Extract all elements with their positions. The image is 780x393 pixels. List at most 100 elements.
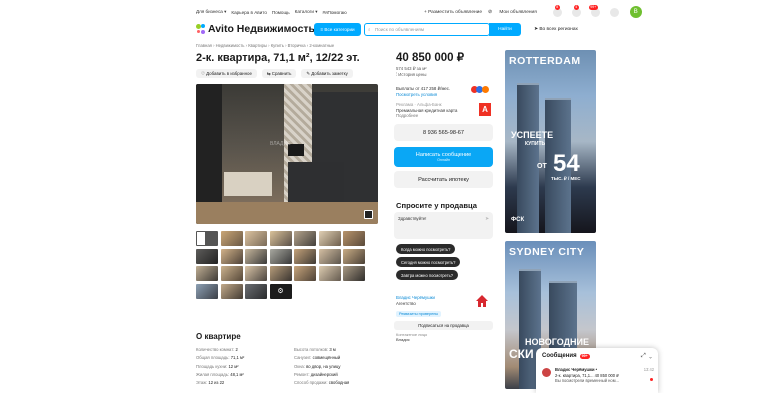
installment-link[interactable]: Посмотреть условия [396, 92, 450, 98]
listing-actions: ♡ Добавить в избранное ⇆ Сравнить ✎ Доба… [196, 69, 358, 78]
all-categories-button[interactable]: ≡ Все категории [314, 23, 361, 36]
specs-list: Количество комнат: 2 Высота потолков: 3 … [196, 346, 396, 387]
thumbnail[interactable] [269, 248, 292, 264]
thumbnail[interactable] [196, 231, 218, 246]
notifications-badge: 4 [573, 4, 579, 10]
spec-item: Окна: во двор, на улицу [294, 363, 394, 371]
add-note-button[interactable]: ✎ Добавить заметку [301, 69, 353, 78]
contact-block: Контактное лицо Владис [396, 332, 427, 342]
top-link-help-tag[interactable]: #яПомогаю [323, 10, 347, 15]
add-favorite-button[interactable]: ♡ Добавить в избранное [196, 69, 257, 78]
favorites-icon[interactable]: 8 [552, 4, 562, 17]
main-photo[interactable]: ВЛАДИС [196, 84, 378, 224]
page-title: 2-к. квартира, 71,1 м², 12/22 эт. [196, 52, 360, 64]
thumbnail[interactable] [318, 266, 341, 281]
spec-key: Этаж: [196, 380, 208, 386]
top-link-catalogs[interactable]: Каталоги ▾ [295, 9, 318, 15]
quick-question-chip[interactable]: Завтра можно посмотреть? [396, 270, 458, 280]
price-block: 574 543 ₽ за м² ⫶ История цены [396, 66, 427, 78]
thumbnail[interactable] [343, 248, 365, 264]
spec-item: Площадь кухни: 12 м² [196, 363, 294, 371]
quick-question-chip[interactable]: Сегодня можно посмотреть? [396, 257, 461, 267]
thumbnail[interactable] [245, 248, 267, 264]
message-avatar [542, 368, 551, 377]
thumbnail[interactable] [245, 266, 267, 281]
thumbnail[interactable] [269, 266, 292, 281]
ask-seller-input[interactable]: Здравствуйте! [394, 212, 493, 239]
photo-thumbnails: ⚙ [196, 231, 366, 299]
bank-ad-more[interactable]: Подробнее [396, 113, 457, 119]
top-link-business[interactable]: Для бизнеса ▾ [196, 9, 226, 15]
installment-block: Выплаты от 417 258 ₽/мес. Посмотреть усл… [396, 86, 450, 97]
thumbnail[interactable] [220, 283, 243, 299]
breadcrumb[interactable]: Главная › Недвижимость › Квартиры › Купи… [196, 43, 334, 48]
thumbnail[interactable] [343, 231, 365, 246]
thumbnail[interactable] [318, 248, 341, 264]
write-message-button[interactable]: Написать сообщение Онлайн [394, 147, 493, 167]
avito-logo[interactable]: Avito Недвижимость [196, 22, 315, 36]
thumbnail[interactable] [220, 266, 243, 281]
my-ads-link[interactable]: ⊘ Мои объявления [488, 10, 543, 15]
search-placeholder: Поиск по объявлениям [375, 27, 425, 32]
price-history-link[interactable]: ⫶ История цены [396, 72, 427, 78]
banner-ad-rotterdam[interactable]: ROTTERDAM УСПЕЕТЕ КУПИТЬ ОТ 54 ТЫС. ₽ / … [505, 50, 596, 233]
ad-headline: УСПЕЕТЕ [511, 130, 554, 140]
more-photos-icon: ⚙ [277, 288, 284, 295]
spec-key: Общая площадь: [196, 355, 230, 361]
ad-from: ОТ [537, 163, 547, 170]
messages-header: Сообщения 99+ [542, 353, 590, 359]
thumbnail[interactable] [294, 231, 316, 246]
my-ads-icon: ⊘ [488, 9, 494, 15]
thumbnail[interactable] [343, 266, 365, 281]
add-favorite-label: Добавить в избранное [206, 71, 252, 76]
send-icon[interactable]: ➤ [485, 216, 489, 222]
spec-value: 3 м [329, 347, 336, 352]
thumbnail[interactable] [220, 231, 243, 246]
online-status: Онлайн [437, 158, 450, 162]
top-right-actions: + Разместить объявление ⊘ Мои объявления… [424, 4, 648, 18]
alfa-bank-logo[interactable]: А [479, 103, 491, 116]
expand-icon[interactable]: ⤢ [641, 353, 646, 359]
post-ad-link[interactable]: + Разместить объявление [424, 10, 482, 15]
page: Для бизнеса ▾ Карьера в Авито Помощь Кат… [0, 0, 780, 393]
subscribe-button[interactable]: Подписаться на продавца [394, 321, 493, 330]
photo-cabinet [288, 162, 344, 204]
chevron-down-icon[interactable]: ⌄ [649, 353, 652, 359]
avatar[interactable]: B [629, 6, 642, 18]
compare-label: Сравнить [271, 71, 292, 76]
top-link-career[interactable]: Карьера в Авито [231, 10, 267, 15]
spec-value: 71,1 м² [230, 355, 245, 361]
notifications-icon[interactable]: 4 [571, 4, 581, 17]
thumbnail[interactable] [294, 266, 316, 281]
message-preview-2: Вы посмотрели временный ном... [555, 378, 619, 384]
thumbnail[interactable] [220, 248, 243, 264]
ad-price-big: 54 [553, 150, 580, 177]
spec-value: 2 [235, 347, 238, 352]
top-link-help[interactable]: Помощь [272, 10, 290, 15]
seller-logo-icon[interactable] [475, 294, 489, 308]
spec-key: Окна: [294, 363, 305, 369]
search-input[interactable]: ⌕ Поиск по объявлениям [364, 23, 490, 36]
mortgage-button[interactable]: Рассчитать ипотеку [394, 171, 493, 188]
thumbnail[interactable] [269, 231, 292, 246]
gallery-icon[interactable] [364, 210, 373, 219]
region-selector[interactable]: ➤ Во всех регионах [534, 23, 578, 36]
search-button[interactable]: Найти [489, 23, 521, 36]
messages-icon[interactable]: 99+ [588, 4, 600, 17]
more-photos-thumbnail[interactable]: ⚙ [269, 283, 292, 299]
compare-button[interactable]: ⇆ Сравнить [261, 69, 297, 78]
seller-name[interactable]: Владис Черёмушки [396, 295, 435, 301]
thumbnail[interactable] [196, 283, 218, 299]
quick-question-chip[interactable]: Когда можно посмотреть? [396, 244, 456, 254]
thumbnail[interactable] [318, 231, 341, 246]
ad-price-unit: ТЫС. ₽ / МЕС [551, 176, 581, 181]
thumbnail[interactable] [245, 283, 267, 299]
thumbnail[interactable] [245, 231, 267, 246]
thumbnail[interactable] [196, 248, 218, 264]
messages-panel[interactable]: Сообщения 99+ ⤢ ⌄ Владис Черёмушки • 2-к… [536, 348, 658, 393]
cart-icon[interactable] [609, 7, 619, 17]
thumbnail[interactable] [196, 266, 218, 281]
show-phone-button[interactable]: 8 936 565-98-67 [394, 124, 493, 141]
spec-item: Высота потолков: 3 м [294, 346, 394, 354]
thumbnail[interactable] [294, 248, 316, 264]
